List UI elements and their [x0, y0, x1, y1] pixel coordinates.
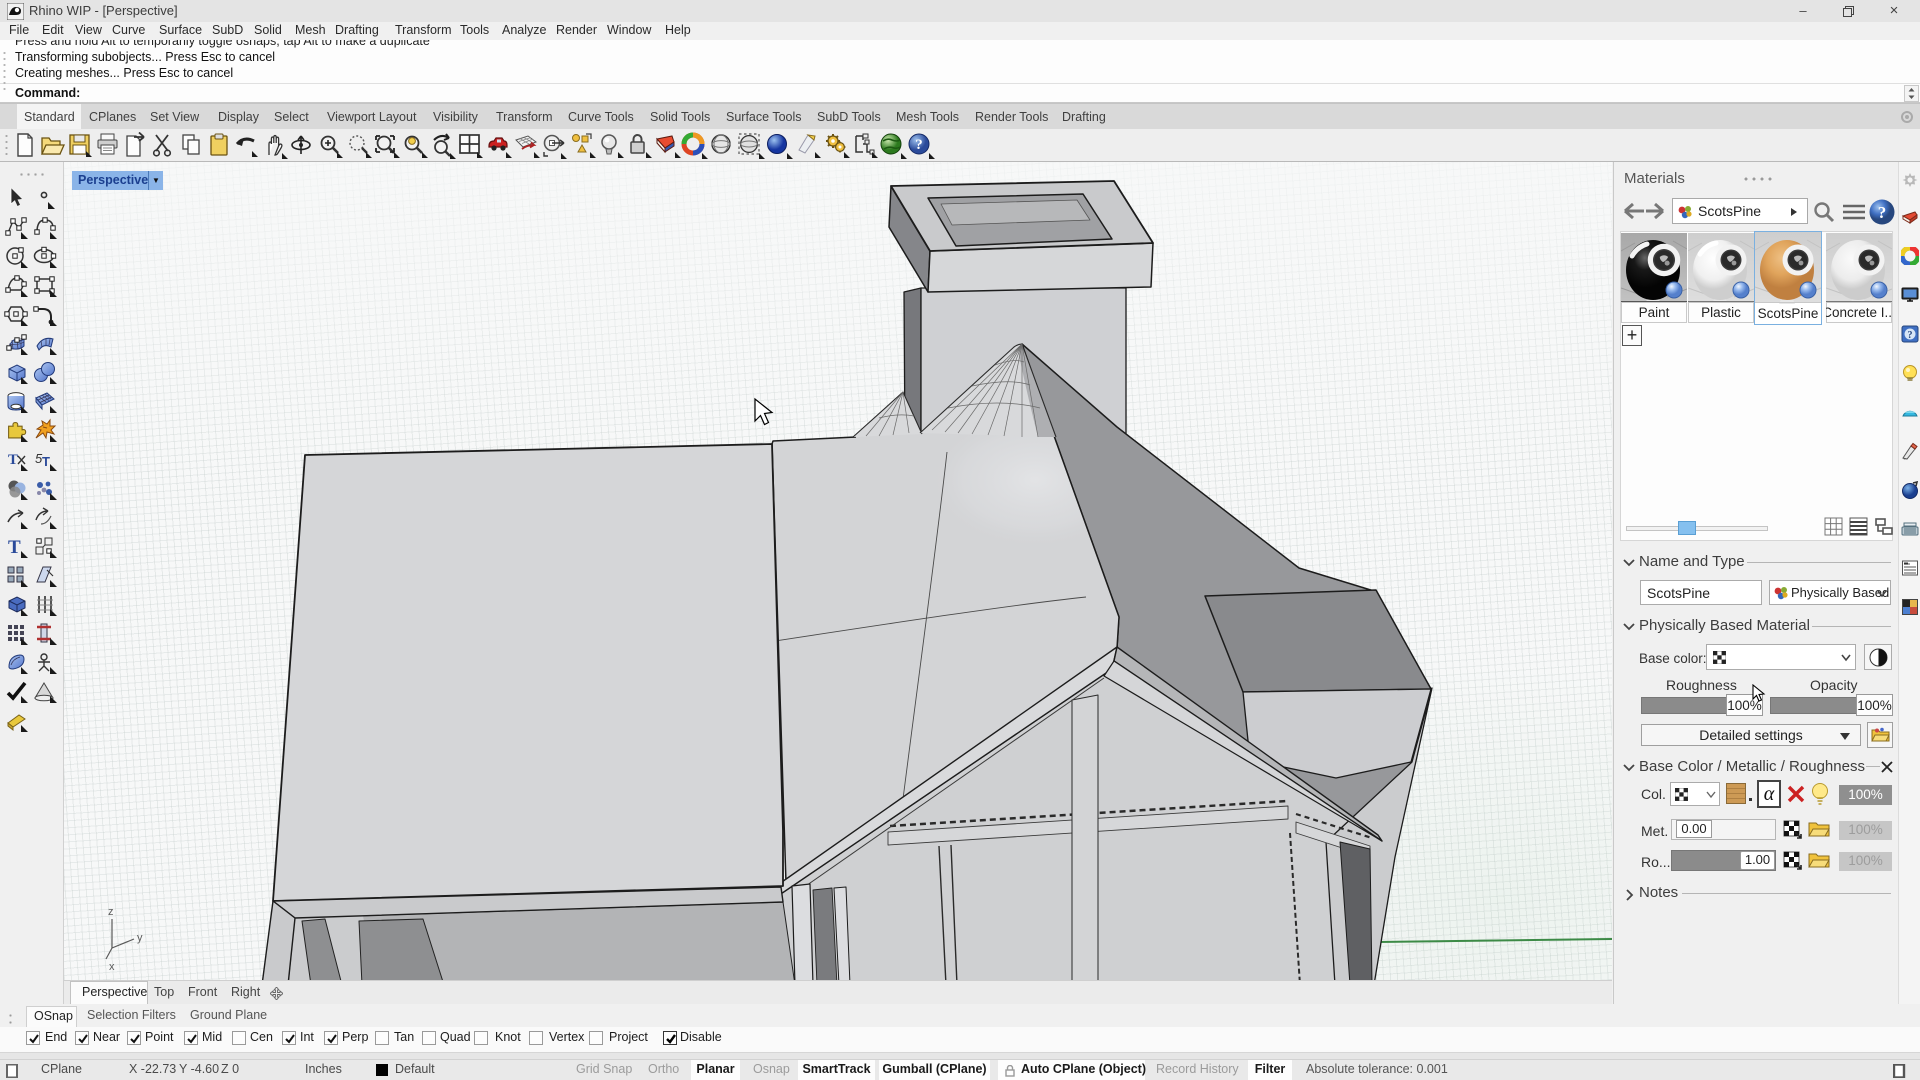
svg-text:z: z	[108, 906, 114, 918]
svg-text:Concrete I...: Concrete I...	[1826, 305, 1892, 320]
svg-text:?: ?	[915, 137, 923, 153]
svg-text:x: x	[109, 961, 115, 973]
svg-text:T: T	[42, 454, 50, 469]
svg-text:?: ?	[1878, 203, 1887, 222]
svg-text:y: y	[137, 932, 143, 944]
svg-text:Plastic: Plastic	[1701, 305, 1741, 320]
svg-text:T: T	[8, 452, 18, 468]
svg-text:ScotsPine: ScotsPine	[1758, 306, 1819, 321]
svg-text:Paint: Paint	[1639, 305, 1670, 320]
svg-text:T: T	[8, 537, 21, 558]
svg-text:?: ?	[1908, 330, 1913, 341]
